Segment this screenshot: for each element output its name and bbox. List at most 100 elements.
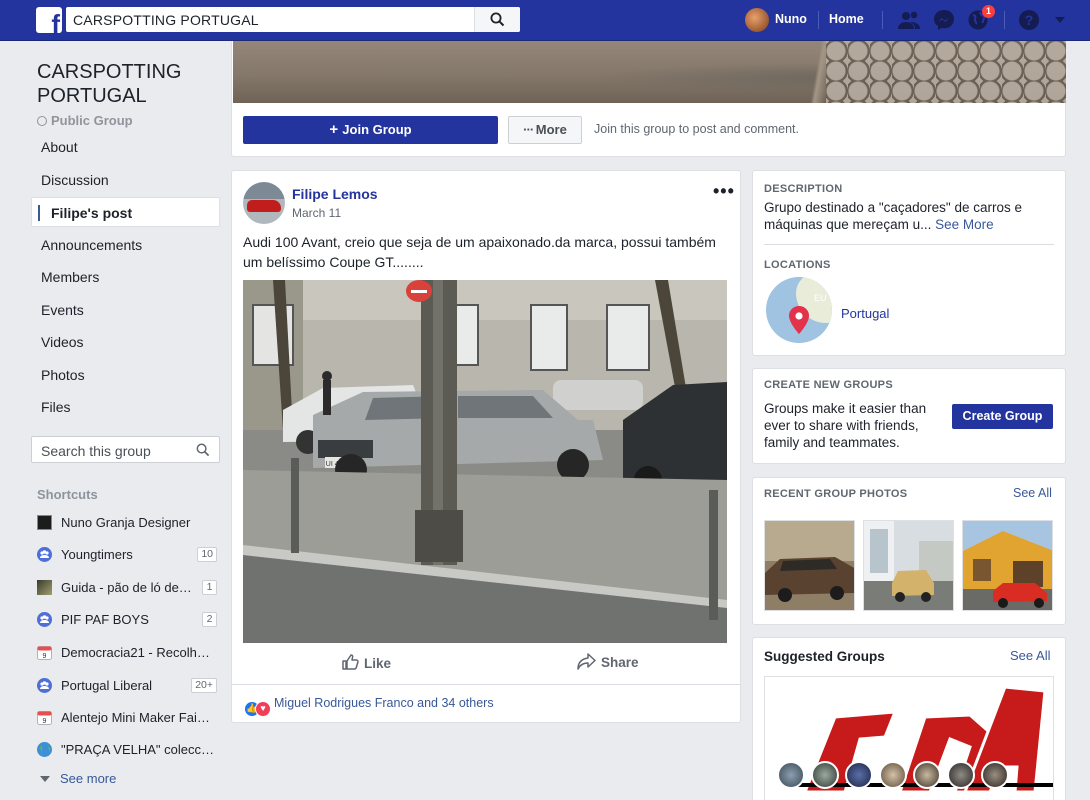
- location-link[interactable]: Portugal: [841, 306, 889, 321]
- see-all-suggested-link[interactable]: See All: [1010, 648, 1050, 663]
- home-link[interactable]: Home: [829, 12, 864, 26]
- shortcut-item[interactable]: Nuno Granja Designer: [37, 513, 217, 533]
- shortcut-item[interactable]: Portugal Liberal 20+: [37, 676, 217, 696]
- search-icon[interactable]: [196, 443, 210, 457]
- friend-requests-icon[interactable]: [897, 9, 921, 31]
- member-avatar[interactable]: [879, 761, 907, 789]
- post-photo[interactable]: UI 42 82: [243, 280, 727, 643]
- create-groups-text: Groups make it easier than ever to share…: [764, 401, 927, 450]
- messenger-icon[interactable]: [932, 9, 956, 31]
- member-avatar[interactable]: [913, 761, 941, 789]
- see-all-photos-link[interactable]: See All: [1013, 486, 1052, 500]
- nav-events[interactable]: Events: [31, 295, 220, 325]
- join-group-label: Join Group: [342, 122, 412, 137]
- location-map[interactable]: EU: [766, 277, 832, 343]
- search-button[interactable]: [474, 7, 520, 32]
- nav-photos[interactable]: Photos: [31, 360, 220, 390]
- shortcut-item[interactable]: "PRAÇA VELHA" colecc…: [37, 740, 217, 760]
- nav-members[interactable]: Members: [31, 262, 220, 292]
- suggested-groups-heading: Suggested Groups: [764, 649, 885, 664]
- post-options-icon[interactable]: •••: [713, 181, 735, 202]
- divider: [232, 684, 740, 685]
- shortcut-label: Guida - pão de ló de…: [61, 580, 192, 595]
- like-label: Like: [364, 656, 392, 671]
- description-heading: DESCRIPTION: [764, 183, 843, 195]
- nav-filipes-post[interactable]: Filipe's post: [31, 197, 220, 227]
- account-menu-caret-icon[interactable]: [1054, 16, 1066, 24]
- shortcut-label: PIF PAF BOYS: [61, 612, 149, 627]
- create-groups-heading: CREATE NEW GROUPS: [764, 379, 893, 391]
- group-privacy: Public Group: [37, 113, 133, 128]
- group-search-input[interactable]: Search this group: [31, 436, 220, 463]
- share-arrow-icon: [577, 653, 596, 670]
- svg-text:9: 9: [43, 718, 47, 725]
- map-label: EU: [814, 293, 827, 303]
- nav-files[interactable]: Files: [31, 392, 220, 422]
- member-avatar[interactable]: [777, 761, 805, 789]
- join-group-button[interactable]: + Join Group: [243, 116, 498, 144]
- group-privacy-label: Public Group: [51, 113, 133, 128]
- shortcut-item[interactable]: Guida - pão de ló de… 1: [37, 578, 217, 598]
- recent-photo-thumbnail[interactable]: [863, 520, 954, 611]
- page-icon: [37, 580, 52, 595]
- share-button[interactable]: Share: [577, 653, 639, 670]
- member-avatar[interactable]: [981, 761, 1009, 789]
- share-label: Share: [601, 655, 639, 670]
- ellipsis-icon: ···: [523, 122, 536, 137]
- recent-photo-thumbnail[interactable]: [962, 520, 1053, 611]
- shortcut-count-badge: 10: [197, 547, 217, 562]
- global-search-input[interactable]: CARSPOTTING PORTUGAL: [66, 7, 520, 32]
- divider: [882, 11, 883, 29]
- avatar[interactable]: [243, 182, 285, 224]
- locations-heading: LOCATIONS: [764, 259, 831, 271]
- shortcut-item[interactable]: 9 Democracia21 - Recolh…: [37, 643, 217, 663]
- shortcut-item[interactable]: Youngtimers 10: [37, 545, 217, 565]
- help-icon[interactable]: ?: [1017, 9, 1041, 31]
- nav-discussion[interactable]: Discussion: [31, 165, 220, 195]
- facebook-logo-icon[interactable]: f: [36, 7, 62, 33]
- member-avatar[interactable]: [845, 761, 873, 789]
- group-title[interactable]: CARSPOTTING PORTUGAL: [37, 60, 217, 108]
- globe-icon: [37, 742, 52, 757]
- shortcut-item[interactable]: PIF PAF BOYS 2: [37, 610, 217, 630]
- see-more-description-link[interactable]: See More: [935, 217, 994, 232]
- see-more-shortcuts-link[interactable]: See more: [40, 771, 116, 786]
- more-label: More: [535, 122, 567, 137]
- shortcut-label: Youngtimers: [61, 547, 133, 562]
- svg-text:?: ?: [1025, 12, 1034, 28]
- divider: [818, 11, 819, 29]
- map-pin-icon: [789, 306, 809, 334]
- post-photo-illustration: UI 42 82: [243, 280, 727, 643]
- calendar-icon: 9: [37, 646, 52, 660]
- recent-photo-thumbnail[interactable]: [764, 520, 855, 611]
- divider: [1004, 11, 1005, 29]
- photo-2-illustration: [864, 521, 953, 610]
- nav-about[interactable]: About: [31, 132, 220, 162]
- create-group-button[interactable]: Create Group: [952, 404, 1053, 429]
- nav-videos[interactable]: Videos: [31, 327, 220, 357]
- divider: [764, 244, 1054, 245]
- reactions-summary[interactable]: 👍 ♥ Miguel Rodrigues Franco and 34 others: [244, 696, 494, 717]
- cover-photo-pavement: [826, 41, 1066, 103]
- group-icon: [37, 547, 52, 562]
- shortcut-label: Nuno Granja Designer: [61, 515, 191, 530]
- join-hint-text: Join this group to post and comment.: [594, 122, 799, 136]
- nav-announcements[interactable]: Announcements: [31, 230, 220, 260]
- shortcut-item[interactable]: 9 Alentejo Mini Maker Fai…: [37, 708, 217, 728]
- avatar-car-shape: [247, 200, 281, 212]
- post-author-link[interactable]: Filipe Lemos: [292, 186, 378, 202]
- post-timestamp[interactable]: March 11: [292, 206, 341, 220]
- shortcut-label: Alentejo Mini Maker Fai…: [61, 710, 210, 725]
- member-avatar[interactable]: [811, 761, 839, 789]
- cover-photo[interactable]: [233, 41, 1066, 103]
- thumbs-up-icon: [342, 654, 359, 670]
- notification-badge: 1: [982, 5, 995, 18]
- member-avatar[interactable]: [947, 761, 975, 789]
- more-button[interactable]: ··· More: [508, 116, 582, 144]
- svg-text:9: 9: [43, 653, 47, 660]
- shortcut-count-badge: 1: [202, 580, 217, 595]
- shortcut-label: Democracia21 - Recolh…: [61, 645, 210, 660]
- global-search-value[interactable]: CARSPOTTING PORTUGAL: [73, 12, 259, 28]
- like-button[interactable]: Like: [341, 653, 391, 671]
- suggested-group-cover[interactable]: [764, 676, 1054, 800]
